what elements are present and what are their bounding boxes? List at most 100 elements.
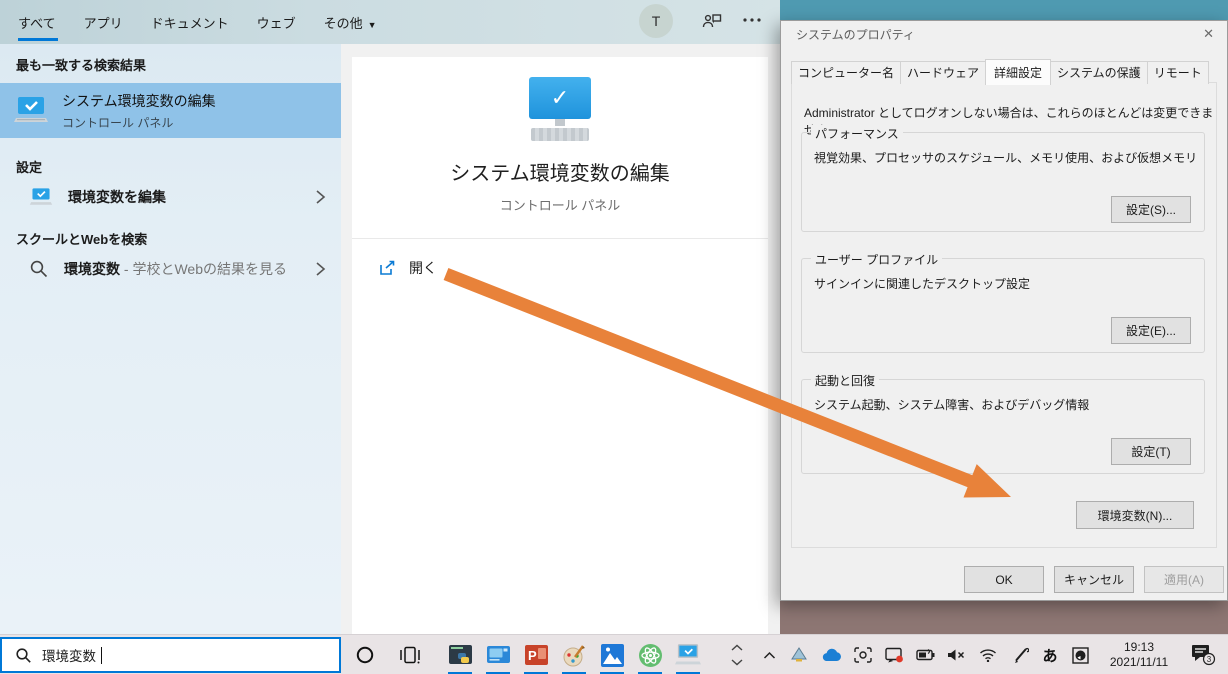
group-legend: パフォーマンス xyxy=(811,125,903,142)
system-properties-dialog: システムのプロパティ ✕ コンピューター名 ハードウェア 詳細設定 システムの保… xyxy=(780,20,1228,601)
taskbar-app-system-properties[interactable] xyxy=(669,635,707,674)
user-profiles-settings-button[interactable]: 設定(E)... xyxy=(1111,317,1191,344)
chevron-down-icon[interactable] xyxy=(731,658,743,666)
battery-icon xyxy=(916,649,935,661)
web-section-header: スクールとWebを検索 xyxy=(0,229,341,248)
text-caret xyxy=(101,647,102,664)
wifi-icon xyxy=(979,648,997,662)
volume-muted-icon xyxy=(947,648,966,662)
settings-section-header: 設定 xyxy=(0,157,341,176)
tab-apps[interactable]: アプリ xyxy=(84,13,123,32)
desktop: すべて アプリ ドキュメント ウェブ その他▼ T 最も一致する検索結果 xyxy=(0,0,1228,674)
tray-screen-record[interactable] xyxy=(878,635,910,674)
taskbar-app-atom[interactable] xyxy=(631,635,669,674)
group-legend: ユーザー プロファイル xyxy=(811,251,942,268)
search-flyout: すべて アプリ ドキュメント ウェブ その他▼ T 最も一致する検索結果 xyxy=(0,0,780,634)
tray-capture[interactable] xyxy=(848,635,878,674)
onedrive-cloud-icon xyxy=(821,648,841,662)
search-icon xyxy=(15,647,32,664)
taskbar-app-paint[interactable] xyxy=(555,635,593,674)
tray-app[interactable] xyxy=(784,635,814,674)
apply-button-disabled: 適用(A) xyxy=(1144,566,1224,593)
display-settings-icon xyxy=(486,643,511,668)
chevron-right-icon[interactable] xyxy=(313,188,327,206)
open-external-icon xyxy=(379,260,396,276)
preview-card: ✓ システム環境変数の編集 コントロール パネル 開く xyxy=(352,57,768,634)
open-label: 開く xyxy=(409,258,437,278)
taskbar-search-box[interactable] xyxy=(0,637,341,673)
cancel-button[interactable]: キャンセル xyxy=(1054,566,1134,593)
tab-system-protection[interactable]: システムの保護 xyxy=(1050,61,1148,84)
atom-icon xyxy=(638,643,663,668)
pen-icon xyxy=(1013,647,1029,663)
best-match-title: システム環境変数の編集 xyxy=(62,91,216,111)
task-view-icon xyxy=(399,646,421,664)
notification-center-button[interactable]: 3 xyxy=(1186,635,1220,674)
tray-battery[interactable] xyxy=(910,635,940,674)
search-filter-tabs: すべて アプリ ドキュメント ウェブ その他▼ xyxy=(18,0,405,44)
tray-ime-mode[interactable]: あ xyxy=(1036,635,1064,674)
environment-variables-button[interactable]: 環境変数(N)... xyxy=(1076,501,1194,529)
photos-icon xyxy=(600,643,625,668)
notification-count: 3 xyxy=(1207,655,1212,664)
tab-advanced[interactable]: 詳細設定 xyxy=(985,59,1051,85)
group-legend: 起動と回復 xyxy=(811,372,879,389)
search-topbar: すべて アプリ ドキュメント ウェブ その他▼ T xyxy=(0,0,780,44)
tray-ime-option[interactable] xyxy=(1066,635,1094,674)
tab-web[interactable]: ウェブ xyxy=(257,13,296,32)
result-web-search[interactable]: 環境変数 - 学校とWebの結果を見る xyxy=(0,250,341,288)
result-label: 環境変数を編集 xyxy=(68,187,166,207)
system-properties-large-icon: ✓ xyxy=(529,77,591,141)
taskbar-scroll[interactable] xyxy=(726,635,748,674)
tray-pen[interactable] xyxy=(1006,635,1036,674)
preview-subtitle: コントロール パネル xyxy=(352,195,768,214)
tab-hardware[interactable]: ハードウェア xyxy=(900,61,986,84)
tab-remote[interactable]: リモート xyxy=(1147,61,1209,84)
chevron-up-icon xyxy=(763,651,776,660)
chevron-up-icon[interactable] xyxy=(731,644,743,652)
tray-volume-muted[interactable] xyxy=(940,635,972,674)
dialog-tabs: コンピューター名 ハードウェア 詳細設定 システムの保護 リモート xyxy=(791,64,1208,84)
feedback-icon[interactable] xyxy=(702,12,722,30)
tab-all[interactable]: すべて xyxy=(18,13,56,32)
tab-more[interactable]: その他▼ xyxy=(324,13,377,32)
more-options-icon[interactable] xyxy=(742,17,762,23)
ime-a-icon: あ xyxy=(1042,645,1057,666)
tray-wifi[interactable] xyxy=(972,635,1004,674)
taskbar-app-python[interactable] xyxy=(441,635,479,674)
clock-time: 19:13 xyxy=(1096,640,1182,655)
user-avatar[interactable]: T xyxy=(639,4,673,38)
task-view-button[interactable] xyxy=(394,635,426,674)
performance-settings-button[interactable]: 設定(S)... xyxy=(1111,196,1191,223)
startup-settings-button[interactable]: 設定(T) xyxy=(1111,438,1191,465)
cortana-button[interactable] xyxy=(350,635,380,674)
search-input[interactable] xyxy=(42,648,292,663)
best-match-result[interactable]: システム環境変数の編集 コントロール パネル xyxy=(0,83,341,138)
chevron-down-icon: ▼ xyxy=(368,20,377,30)
tab-computer-name[interactable]: コンピューター名 xyxy=(791,61,901,84)
clock-date: 2021/11/11 xyxy=(1096,655,1182,670)
taskbar-app-powerpoint[interactable]: P xyxy=(517,635,555,674)
capture-frame-icon xyxy=(854,647,872,663)
screen-record-icon xyxy=(885,647,904,663)
ok-button[interactable]: OK xyxy=(964,566,1044,593)
tray-show-hidden[interactable] xyxy=(756,635,782,674)
python-console-icon xyxy=(448,643,473,668)
preview-title: システム環境変数の編集 xyxy=(352,157,768,186)
dialog-title: システムのプロパティ xyxy=(781,21,1227,47)
tray-onedrive[interactable] xyxy=(816,635,846,674)
taskbar-app-photos[interactable] xyxy=(593,635,631,674)
svg-text:P: P xyxy=(528,648,537,663)
chevron-right-icon[interactable] xyxy=(313,260,327,278)
ime-disc-icon xyxy=(1072,647,1089,664)
taskbar-clock[interactable]: 19:13 2021/11/11 xyxy=(1096,640,1182,670)
taskbar: P xyxy=(0,634,1228,674)
tab-documents[interactable]: ドキュメント xyxy=(151,13,229,32)
open-command[interactable]: 開く xyxy=(352,239,768,278)
result-edit-env-vars[interactable]: 環境変数を編集 xyxy=(0,178,341,216)
close-icon[interactable]: ✕ xyxy=(1203,26,1214,42)
search-results-panel: 最も一致する検索結果 システム環境変数の編集 コントロール パネル 設定 xyxy=(0,44,341,634)
group-performance: パフォーマンス 視覚効果、プロセッサのスケジュール、メモリ使用、および仮想メモリ… xyxy=(801,132,1205,232)
taskbar-app-display[interactable] xyxy=(479,635,517,674)
system-properties-icon xyxy=(675,643,701,667)
